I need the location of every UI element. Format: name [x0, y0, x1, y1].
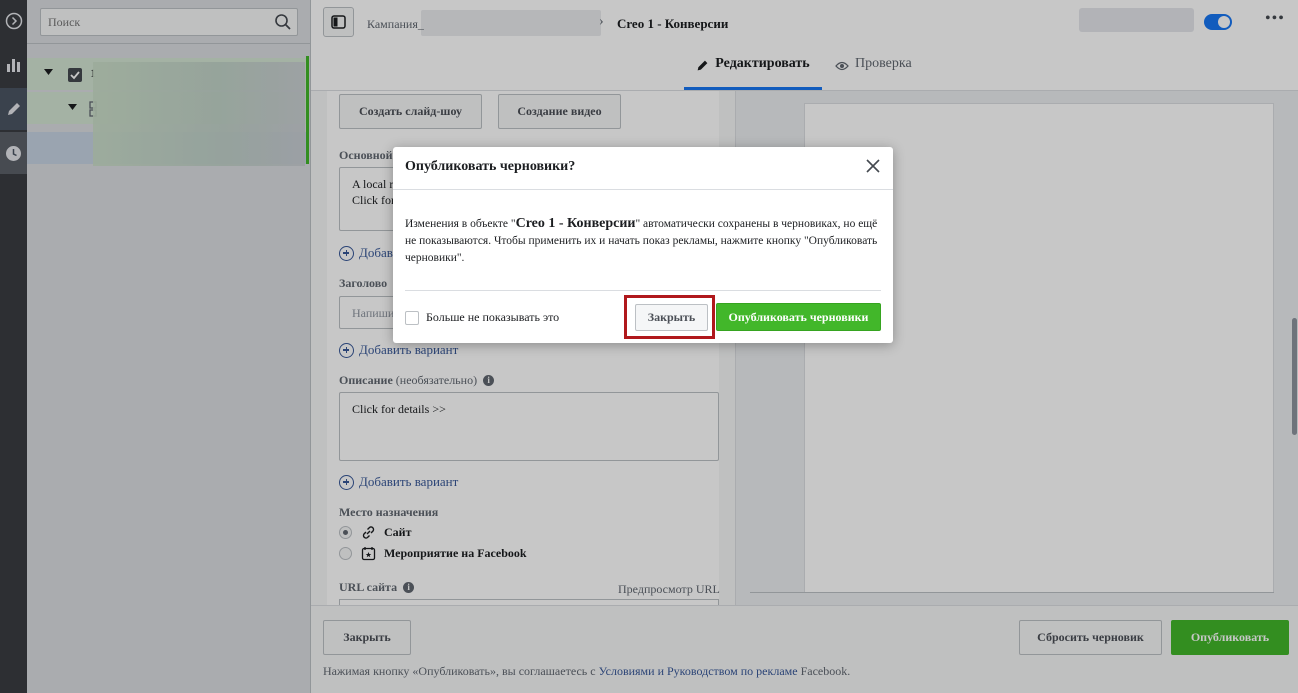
dialog-message-object: Creo 1 - Конверсии [515, 216, 636, 231]
dialog-close-button[interactable]: Закрыть [635, 304, 708, 331]
dont-show-again-option[interactable]: Больше не показывать это [405, 310, 559, 325]
dont-show-again-label: Больше не показывать это [426, 310, 560, 324]
dialog-message: Изменения в объекте "Creo 1 - Конверсии"… [405, 215, 881, 267]
dont-show-again-checkbox[interactable] [405, 310, 419, 325]
publish-drafts-button[interactable]: Опубликовать черновики [716, 303, 881, 331]
modal-backdrop[interactable] [0, 0, 1298, 693]
dialog-message-prefix: Изменения в объекте " [405, 218, 516, 230]
dialog-title: Опубликовать черновики? [405, 159, 576, 174]
close-icon[interactable] [865, 158, 881, 174]
publish-drafts-dialog: Опубликовать черновики? Изменения в объе… [393, 147, 893, 343]
divider [405, 290, 881, 291]
divider [393, 189, 893, 190]
